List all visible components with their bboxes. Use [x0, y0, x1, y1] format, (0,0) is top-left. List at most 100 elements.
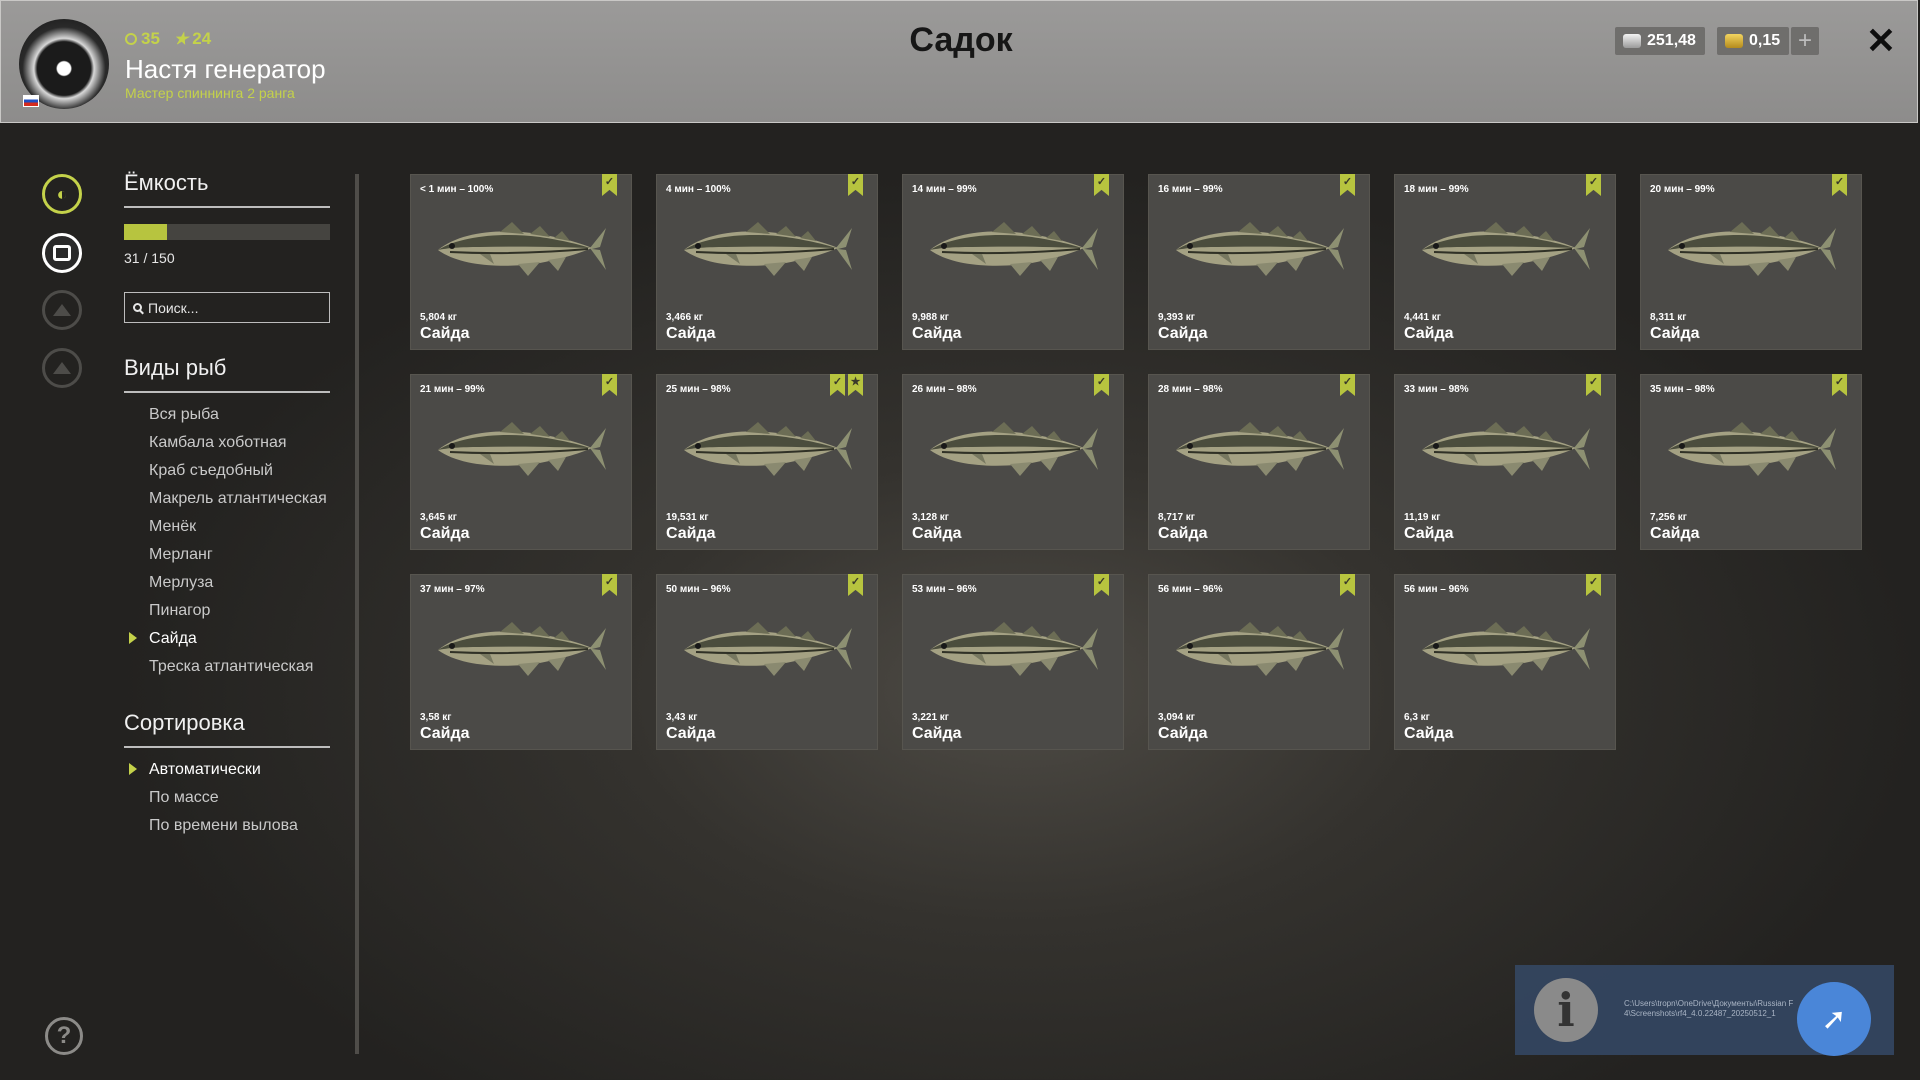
fish-card[interactable]: 50 мин – 96% ✓ 3,43 кг Сайда — [656, 574, 878, 750]
fish-name: Сайда — [1404, 525, 1454, 542]
catch-time: 53 мин – 96% — [912, 584, 977, 595]
sort-item[interactable]: По времени вылова — [124, 816, 330, 835]
fish-image — [684, 422, 852, 476]
close-button[interactable]: ✕ — [1865, 21, 1897, 61]
silver-coin-icon — [1623, 34, 1641, 48]
fish-weight: 6,3 кг — [1404, 712, 1430, 723]
search-input[interactable]: Поиск... — [124, 292, 330, 323]
sort-item[interactable]: По массе — [124, 788, 330, 807]
card-badges: ✓ — [1586, 374, 1601, 396]
species-item[interactable]: Мерлуза — [124, 573, 330, 592]
bookmark-icon: ✓ — [1094, 574, 1109, 596]
fish-card[interactable]: 56 мин – 96% ✓ 6,3 кг Сайда — [1394, 574, 1616, 750]
fish-weight: 9,988 кг — [912, 312, 949, 323]
gold-balance: 0,15 — [1717, 27, 1789, 55]
fish-card[interactable]: 25 мин – 98% ✓ ★ 19,531 кг Сайда — [656, 374, 878, 550]
species-item[interactable]: Краб съедобный — [124, 461, 330, 480]
search-placeholder: Поиск... — [148, 299, 199, 316]
fish-weight: 3,58 кг — [420, 712, 452, 723]
fish-image — [1422, 422, 1590, 476]
bookmark-icon: ✓ — [602, 574, 617, 596]
species-item[interactable]: Менёк — [124, 517, 330, 536]
fish-weight: 3,645 кг — [420, 512, 457, 523]
fish-grid: < 1 мин – 100% ✓ 5,804 кг Сайда 4 мин – 100%… — [410, 174, 1862, 750]
silver-value: 251,48 — [1647, 32, 1696, 49]
home-icon[interactable] — [42, 348, 82, 388]
fish-image — [1668, 222, 1836, 276]
fish-card[interactable]: 28 мин – 98% ✓ 8,717 кг Сайда — [1148, 374, 1370, 550]
camp-icon[interactable] — [42, 290, 82, 330]
fish-name: Сайда — [666, 325, 716, 342]
fish-image — [438, 422, 606, 476]
keepnet-icon[interactable] — [42, 233, 82, 273]
help-icon[interactable]: ? — [45, 1017, 83, 1055]
catch-time: 56 мин – 96% — [1158, 584, 1223, 595]
fish-weight: 7,256 кг — [1650, 512, 1687, 523]
fish-card[interactable]: 37 мин – 97% ✓ 3,58 кг Сайда — [410, 574, 632, 750]
catch-time: 18 мин – 99% — [1404, 184, 1469, 195]
fish-weight: 19,531 кг — [666, 512, 709, 523]
fish-card[interactable]: 18 мин – 99% ✓ 4,441 кг Сайда — [1394, 174, 1616, 350]
bookmark-icon: ✓ — [848, 174, 863, 196]
fish-name: Сайда — [1158, 325, 1208, 342]
species-item[interactable]: Вся рыба — [124, 405, 330, 424]
fish-card[interactable]: 16 мин – 99% ✓ 9,393 кг Сайда — [1148, 174, 1370, 350]
species-item[interactable]: Камбала хоботная — [124, 433, 330, 452]
species-title: Виды рыб — [124, 355, 330, 393]
fish-card[interactable]: 33 мин – 98% ✓ 11,19 кг Сайда — [1394, 374, 1616, 550]
species-item[interactable]: Пинагор — [124, 601, 330, 620]
catch-time: < 1 мин – 100% — [420, 184, 494, 195]
fish-card[interactable]: 35 мин – 98% ✓ 7,256 кг Сайда — [1640, 374, 1862, 550]
player-rank: Мастер спиннинга 2 ранга — [125, 85, 295, 101]
fish-card[interactable]: 53 мин – 96% ✓ 3,221 кг Сайда — [902, 574, 1124, 750]
species-item[interactable]: Сайда — [124, 629, 330, 648]
fish-icon[interactable]: ◐ — [42, 174, 82, 214]
fish-name: Сайда — [1650, 325, 1700, 342]
catch-time: 26 мин – 98% — [912, 384, 977, 395]
fish-image — [684, 222, 852, 276]
fish-weight: 3,094 кг — [1158, 712, 1195, 723]
bookmark-icon: ✓ — [1340, 174, 1355, 196]
sort-title: Сортировка — [124, 710, 330, 748]
bookmark-icon: ✓ — [830, 374, 845, 396]
catch-time: 4 мин – 100% — [666, 184, 731, 195]
card-badges: ✓ — [1340, 374, 1355, 396]
fish-name: Сайда — [912, 525, 962, 542]
fish-name: Сайда — [1404, 325, 1454, 342]
species-item[interactable]: Мерланг — [124, 545, 330, 564]
fish-card[interactable]: 21 мин – 99% ✓ 3,645 кг Сайда — [410, 374, 632, 550]
fish-name: Сайда — [666, 725, 716, 742]
sort-list: Автоматически По массе По времени вылова — [124, 760, 330, 835]
card-badges: ✓ — [602, 174, 617, 196]
sort-item[interactable]: Автоматически — [124, 760, 330, 779]
card-badges: ✓ — [848, 174, 863, 196]
card-badges: ✓ — [602, 374, 617, 396]
catch-time: 14 мин – 99% — [912, 184, 977, 195]
card-badges: ✓ — [1340, 174, 1355, 196]
fish-card[interactable]: 20 мин – 99% ✓ 8,311 кг Сайда — [1640, 174, 1862, 350]
fish-name: Сайда — [1404, 725, 1454, 742]
fish-image — [438, 622, 606, 676]
bookmark-icon: ✓ — [1832, 174, 1847, 196]
species-item[interactable]: Макрель атлантическая — [124, 489, 330, 508]
card-badges: ✓ — [848, 574, 863, 596]
species-list: Вся рыба Камбала хоботная Краб съедобный Ма… — [124, 405, 330, 676]
fish-card[interactable]: 26 мин – 98% ✓ 3,128 кг Сайда — [902, 374, 1124, 550]
trophy-star-icon: ★ — [848, 374, 863, 396]
fish-weight: 8,311 кг — [1650, 312, 1687, 323]
bookmark-icon: ✓ — [1586, 174, 1601, 196]
fish-card[interactable]: < 1 мин – 100% ✓ 5,804 кг Сайда — [410, 174, 632, 350]
card-badges: ✓ — [1832, 374, 1847, 396]
fish-weight: 3,43 кг — [666, 712, 698, 723]
fish-image — [930, 222, 1098, 276]
fish-card[interactable]: 4 мин – 100% ✓ 3,466 кг Сайда — [656, 174, 878, 350]
capacity-text: 31 / 150 — [124, 250, 175, 266]
add-currency-button[interactable]: + — [1791, 27, 1819, 55]
bookmark-icon: ✓ — [1586, 374, 1601, 396]
species-item[interactable]: Треска атлантическая — [124, 657, 330, 676]
card-badges: ✓ — [1586, 174, 1601, 196]
fish-card[interactable]: 14 мин – 99% ✓ 9,988 кг Сайда — [902, 174, 1124, 350]
fish-name: Сайда — [420, 325, 470, 342]
cursor-icon[interactable]: ➚ — [1797, 982, 1871, 1056]
fish-card[interactable]: 56 мин – 96% ✓ 3,094 кг Сайда — [1148, 574, 1370, 750]
